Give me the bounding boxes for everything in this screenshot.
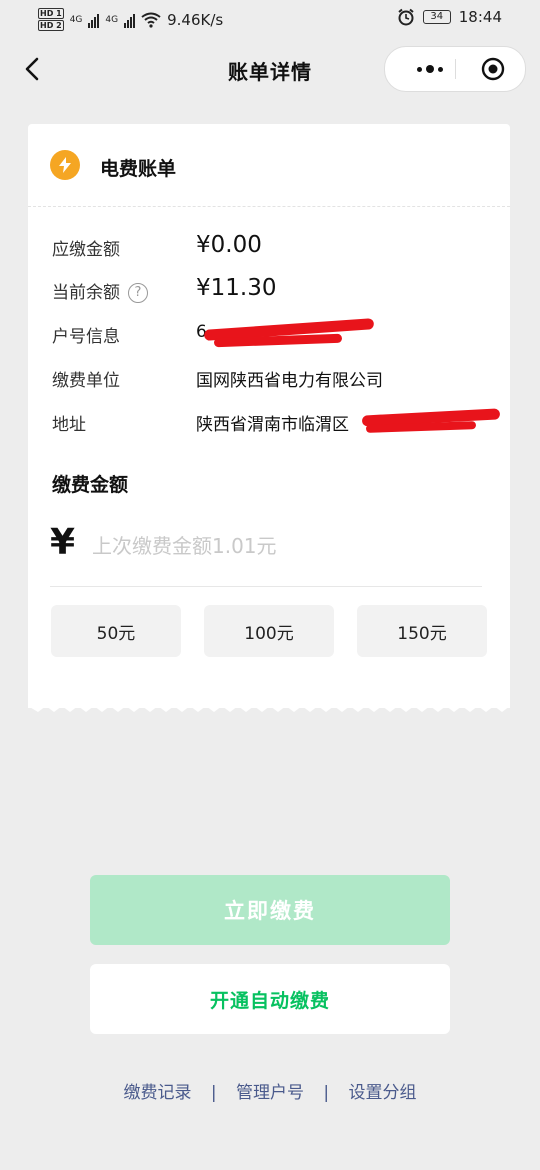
hd-indicator: HD 1 HD 2 (38, 8, 64, 31)
payment-amount-title: 缴费金额 (52, 474, 129, 496)
due-amount-label: 应缴金额 (52, 240, 120, 260)
mini-program-capsule (384, 46, 526, 92)
balance-value: ¥11.30 (196, 275, 277, 301)
more-options-icon[interactable] (405, 47, 455, 91)
input-divider (50, 586, 482, 587)
lightning-icon (50, 150, 80, 180)
group-settings-link[interactable]: 设置分组 (349, 1083, 417, 1103)
pay-now-button[interactable]: 立即缴费 (90, 875, 450, 945)
amount-input[interactable] (90, 528, 474, 564)
alarm-icon (398, 8, 414, 26)
network-type-2: 4G (105, 14, 119, 25)
capsule-divider (455, 59, 456, 79)
close-miniprogram-icon[interactable] (481, 57, 505, 81)
amount-option-50[interactable]: 50元 (51, 605, 181, 657)
footer-links: 缴费记录 | 管理户号 | 设置分组 (0, 1078, 540, 1103)
amount-option-150[interactable]: 150元 (357, 605, 487, 657)
bill-card: 电费账单 应缴金额 ¥0.00 当前余额? ¥11.30 户号信息 6 缴费单位… (28, 124, 510, 708)
battery-icon: 34 (422, 10, 451, 24)
address-label: 地址 (52, 415, 86, 435)
link-separator: | (323, 1083, 330, 1103)
auto-pay-button[interactable]: 开通自动缴费 (90, 964, 450, 1034)
hd1-label: HD 1 (38, 8, 64, 19)
wifi-icon (141, 12, 161, 28)
status-bar: HD 1 HD 2 4G 4G 9.46K/s 34 18:44 (0, 0, 540, 36)
due-amount-value: ¥0.00 (196, 232, 262, 258)
network-speed: 9.46K/s (167, 10, 224, 29)
network-type-1: 4G (69, 14, 83, 25)
hd2-label: HD 2 (38, 20, 64, 31)
navigation-bar: 账单详情 (0, 44, 540, 94)
currency-symbol: ¥ (50, 522, 76, 563)
link-separator: | (210, 1083, 217, 1103)
balance-label: 当前余额 (52, 283, 120, 303)
balance-label-row: 当前余额? (52, 278, 148, 303)
receipt-edge (28, 700, 510, 712)
address-value: 陕西省渭南市临渭区 (196, 415, 349, 435)
signal-icon-2 (124, 12, 136, 28)
payee-label: 缴费单位 (52, 371, 120, 391)
payee-value: 国网陕西省电力有限公司 (196, 371, 383, 391)
amount-option-100[interactable]: 100元 (204, 605, 334, 657)
clock: 18:44 (458, 8, 502, 26)
manage-accounts-link[interactable]: 管理户号 (236, 1083, 304, 1103)
help-icon[interactable]: ? (128, 283, 148, 303)
bill-card-header: 电费账单 (28, 124, 510, 207)
account-info-label: 户号信息 (52, 327, 120, 347)
payment-history-link[interactable]: 缴费记录 (123, 1083, 191, 1103)
signal-icon (88, 12, 100, 28)
bill-title: 电费账单 (100, 158, 177, 180)
